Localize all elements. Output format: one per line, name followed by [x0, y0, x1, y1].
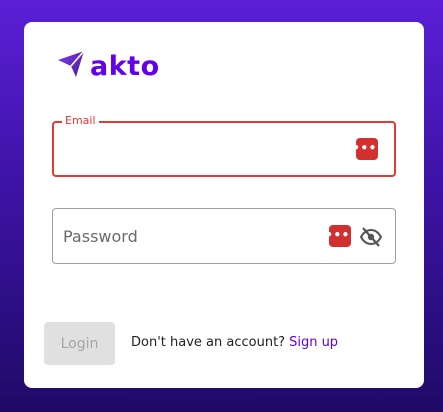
signup-prompt: Don't have an account?: [131, 335, 286, 350]
brand-name: akto: [90, 50, 160, 82]
login-button[interactable]: Login: [44, 322, 115, 365]
login-card: akto Email •••| •••| Login Don't have an…: [24, 22, 424, 388]
akto-logo: akto: [56, 48, 160, 80]
signup-row: Don't have an account? Sign up: [131, 335, 338, 350]
eye-off-icon[interactable]: [359, 225, 383, 249]
password-manager-icon[interactable]: •••|: [352, 138, 381, 160]
password-input[interactable]: [63, 209, 313, 263]
akto-logo-mark-icon: [58, 50, 85, 77]
password-field[interactable]: •••|: [52, 208, 396, 264]
password-manager-icon[interactable]: •••|: [325, 225, 354, 247]
signup-link[interactable]: Sign up: [289, 335, 338, 350]
email-input[interactable]: [64, 123, 314, 175]
email-field[interactable]: Email •••|: [52, 115, 396, 177]
